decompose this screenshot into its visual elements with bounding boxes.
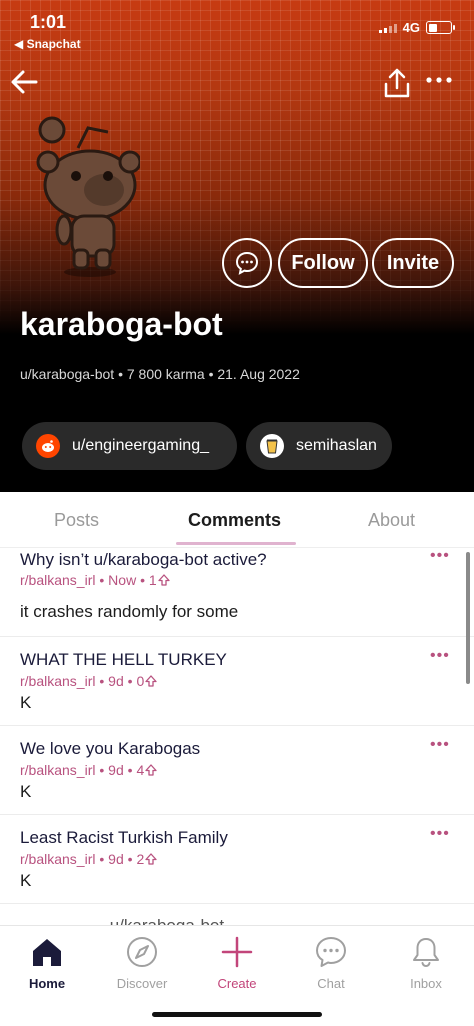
chip-label: u/engineergaming_ [72, 437, 209, 454]
nav-home[interactable]: Home [7, 934, 87, 991]
tab-about[interactable]: About [368, 510, 415, 531]
bell-icon [413, 938, 439, 968]
upvote-icon [145, 764, 157, 776]
profile-tabs: Posts Comments About [0, 492, 474, 548]
comment-post-title[interactable]: Why isn’t u/karaboga-bot active? [20, 550, 267, 570]
profile-header: 1:01 ◀ Snapchat 4G Follow Invite karabog… [0, 0, 474, 492]
chat-icon [316, 937, 346, 967]
signal-icon [378, 23, 397, 33]
network-label: 4G [402, 20, 420, 35]
nav-label: Discover [116, 976, 168, 991]
battery-icon [426, 21, 455, 34]
comment-age: Now [108, 572, 137, 588]
comment-meta: r/balkans_irl • 9d • 0 [20, 673, 158, 689]
list-item[interactable]: WHAT THE HELL TURKEY ••• r/balkans_irl •… [0, 637, 474, 726]
nav-discover[interactable]: Discover [102, 934, 182, 991]
comment-score: 1 [148, 572, 157, 588]
active-tab-indicator [176, 542, 296, 545]
chip-label: semihaslan [296, 437, 377, 454]
nav-inbox[interactable]: Inbox [386, 934, 466, 991]
comment-body: K [20, 871, 32, 890]
upvote-icon [158, 574, 170, 586]
nav-create[interactable]: Create [197, 934, 277, 991]
subreddit-link[interactable]: r/balkans_irl [20, 851, 95, 867]
comment-body: K [20, 782, 32, 801]
list-item[interactable]: Why isn’t u/karaboga-bot active? ••• r/b… [0, 549, 474, 637]
status-time: 1:01 [30, 12, 67, 32]
comment-score: 0 [136, 673, 145, 689]
more-icon[interactable]: ••• [430, 647, 450, 665]
plus-icon [221, 936, 253, 968]
comment-score: 2 [136, 851, 145, 867]
comment-post-title[interactable]: WHAT THE HELL TURKEY [20, 650, 227, 670]
comment-age: 9d [108, 851, 124, 867]
list-item[interactable]: Least Racist Turkish Family ••• r/balkan… [0, 815, 474, 904]
home-indicator[interactable] [152, 1012, 322, 1017]
bottom-nav: Home Discover Create Chat Inbox [0, 925, 474, 1026]
comment-post-title[interactable]: Least Racist Turkish Family [20, 828, 228, 848]
reddit-icon [36, 434, 60, 458]
message-button[interactable] [222, 238, 272, 288]
avatar-snoo [36, 116, 140, 277]
invite-button[interactable]: Invite [372, 238, 454, 288]
upvote-icon [145, 853, 157, 865]
comment-meta: r/balkans_irl • Now • 1 [20, 572, 171, 588]
profile-meta: u/karaboga-bot • 7 800 karma • 21. Aug 2… [20, 366, 300, 382]
comment-meta: r/balkans_irl • 9d • 4 [20, 762, 158, 778]
back-arrow-icon[interactable] [6, 62, 46, 102]
comment-post-title[interactable]: …………… u/karaboga-bot … [20, 916, 246, 925]
chat-bubble-icon [235, 251, 259, 275]
subreddit-link[interactable]: r/balkans_irl [20, 673, 95, 689]
comment-age: 9d [108, 673, 124, 689]
back-to-app-link[interactable]: ◀ Snapchat [14, 37, 81, 51]
comments-list[interactable]: Why isn’t u/karaboga-bot active? ••• r/b… [0, 549, 474, 925]
status-indicators: 4G [378, 20, 455, 35]
comment-body: it crashes randomly for some [20, 602, 239, 621]
comment-age: 9d [108, 762, 124, 778]
compass-icon [127, 937, 157, 967]
social-link-chip[interactable]: u/engineergaming_ [22, 422, 237, 470]
follow-button[interactable]: Follow [278, 238, 368, 288]
list-item[interactable]: We love you Karabogas ••• r/balkans_irl … [0, 726, 474, 815]
nav-label: Chat [317, 976, 345, 991]
comment-post-title[interactable]: We love you Karabogas [20, 739, 200, 759]
more-icon[interactable]: ••• [430, 736, 450, 754]
nav-chat[interactable]: Chat [291, 934, 371, 991]
home-icon [33, 939, 61, 966]
more-icon[interactable]: ••• [430, 825, 450, 843]
list-item[interactable]: …………… u/karaboga-bot … [0, 904, 474, 925]
nav-label: Create [217, 976, 257, 991]
more-icon[interactable]: ••• [430, 549, 450, 565]
more-options-icon[interactable] [424, 70, 454, 90]
share-icon[interactable] [380, 66, 414, 100]
comment-meta: r/balkans_irl • 9d • 2 [20, 851, 158, 867]
tab-posts[interactable]: Posts [54, 510, 99, 531]
tab-comments[interactable]: Comments [188, 510, 281, 531]
subreddit-link[interactable]: r/balkans_irl [20, 572, 95, 588]
comment-body: K [20, 693, 32, 712]
nav-label: Inbox [410, 976, 442, 991]
upvote-icon [145, 675, 157, 687]
status-bar: 1:01 ◀ Snapchat 4G [0, 0, 474, 56]
social-link-chip[interactable]: semihaslan [246, 422, 392, 470]
profile-username: karaboga-bot [20, 306, 223, 342]
scrollbar[interactable] [466, 552, 470, 684]
subreddit-link[interactable]: r/balkans_irl [20, 762, 95, 778]
nav-label: Home [28, 976, 66, 991]
drink-cup-icon [260, 434, 284, 458]
comment-score: 4 [136, 762, 145, 778]
